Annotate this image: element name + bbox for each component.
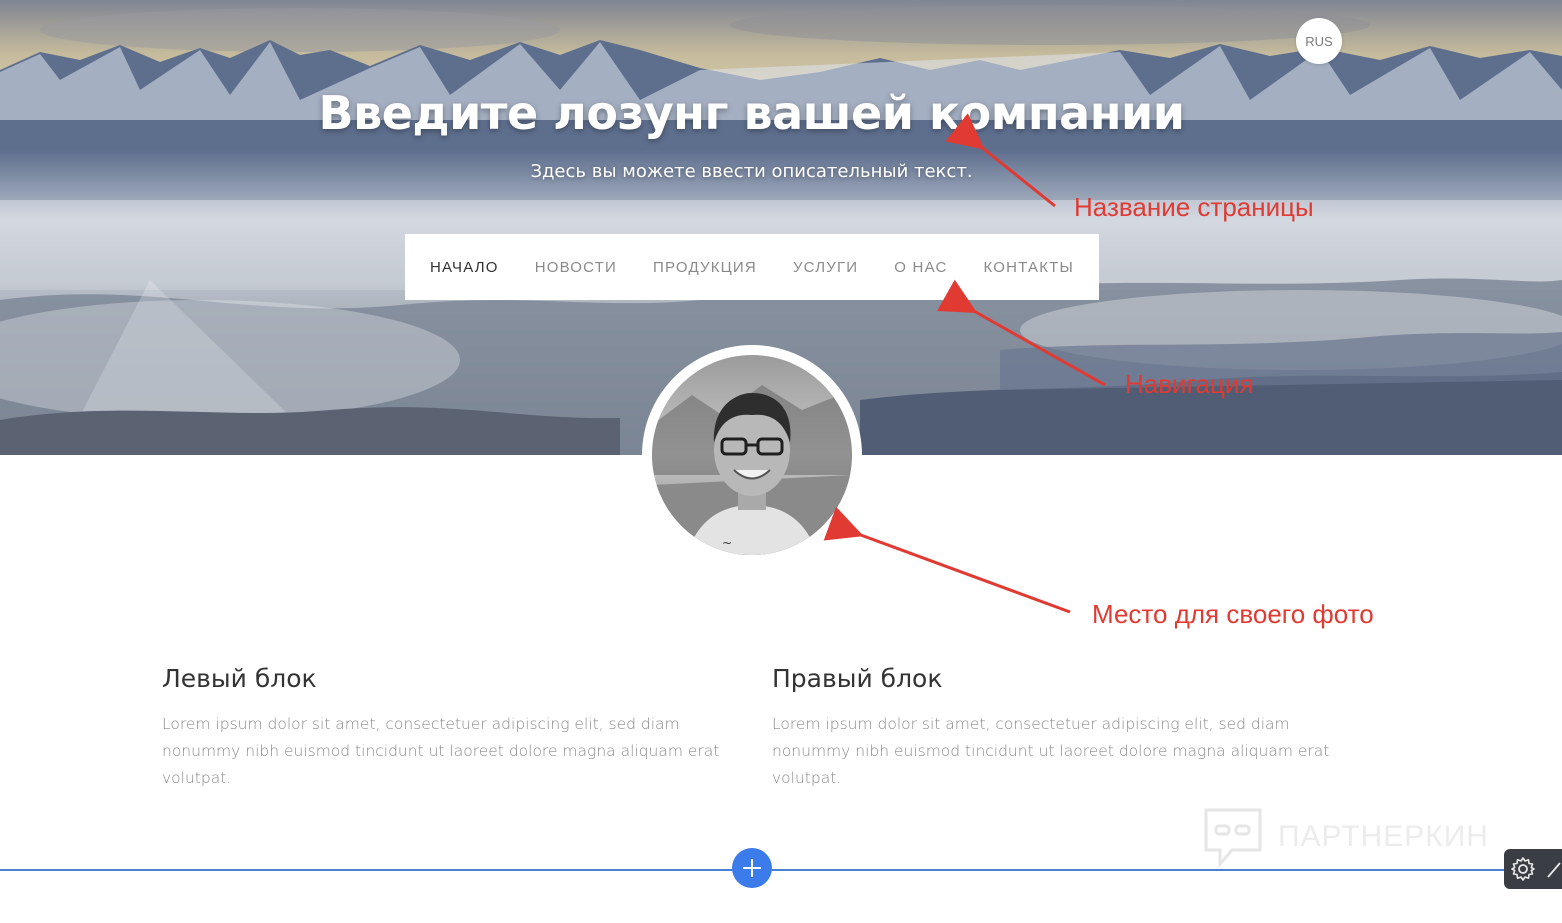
right-block: Правый блок Lorem ipsum dolor sit amet, … <box>772 664 1342 792</box>
nav-item-news[interactable]: НОВОСТИ <box>517 259 635 276</box>
gear-icon <box>1511 857 1535 881</box>
page-subtitle[interactable]: Здесь вы можете ввести описательный текс… <box>0 161 1503 182</box>
language-label: RUS <box>1305 33 1333 49</box>
person-photo: ~ <box>652 355 852 555</box>
annotation-page-name: Название страницы <box>1074 192 1314 222</box>
annotation-photo-place: Место для своего фото <box>1092 599 1374 629</box>
pencil-icon <box>1547 862 1561 878</box>
edit-button[interactable] <box>1546 857 1562 881</box>
watermark-text: ПАРТНЕРКИН <box>1278 820 1489 853</box>
section-divider <box>0 869 1562 871</box>
add-section-button[interactable] <box>732 848 772 888</box>
left-block-text[interactable]: Lorem ipsum dolor sit amet, consectetuer… <box>162 711 732 792</box>
right-block-title[interactable]: Правый блок <box>772 664 1342 693</box>
left-block: Левый блок Lorem ipsum dolor sit amet, c… <box>162 664 732 792</box>
annotation-navigation: Навигация <box>1125 369 1254 399</box>
settings-button[interactable] <box>1510 856 1536 882</box>
avatar[interactable]: ~ <box>652 355 852 555</box>
nav-item-contacts[interactable]: КОНТАКТЫ <box>965 259 1092 276</box>
nav-item-products[interactable]: ПРОДУКЦИЯ <box>635 259 775 276</box>
nav-item-services[interactable]: УСЛУГИ <box>775 259 876 276</box>
editor-toolbar <box>1504 849 1562 889</box>
plus-icon <box>743 859 761 877</box>
chat-logo-icon <box>1204 808 1262 868</box>
shirt-print: ~ <box>722 536 732 550</box>
nav-item-about[interactable]: О НАС <box>876 259 965 276</box>
avatar-frame: ~ <box>642 345 862 565</box>
arrow-photo <box>823 506 1071 614</box>
page-title[interactable]: Введите лозунг вашей компании <box>0 86 1503 140</box>
watermark: ПАРТНЕРКИН <box>1202 806 1489 868</box>
main-navigation: НАЧАЛО НОВОСТИ ПРОДУКЦИЯ УСЛУГИ О НАС КО… <box>405 234 1099 300</box>
language-button[interactable]: RUS <box>1296 18 1342 64</box>
nav-item-home[interactable]: НАЧАЛО <box>412 259 517 276</box>
left-block-title[interactable]: Левый блок <box>162 664 732 693</box>
right-block-text[interactable]: Lorem ipsum dolor sit amet, consectetuer… <box>772 711 1342 792</box>
